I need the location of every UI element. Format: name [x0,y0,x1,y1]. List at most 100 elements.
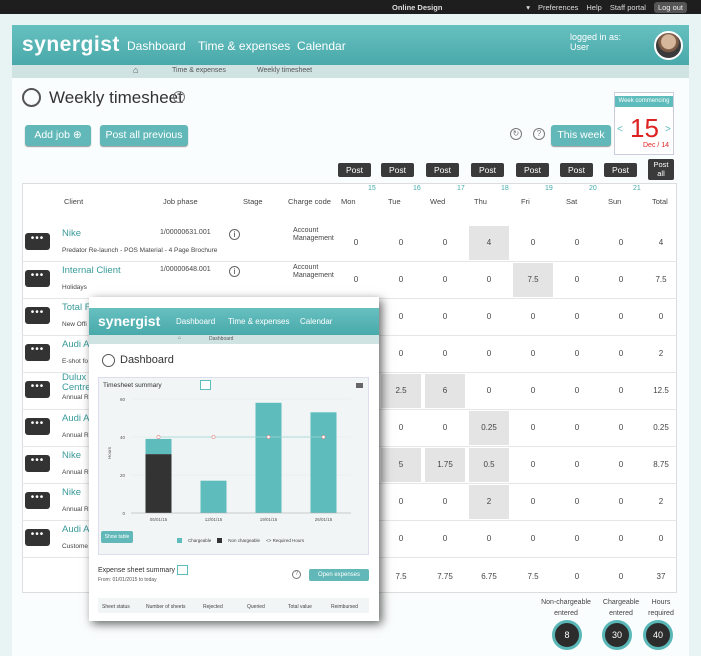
hours-cell[interactable]: 0 [469,263,509,297]
hours-cell[interactable]: 0 [425,337,465,371]
hours-cell[interactable]: 0 [469,374,509,408]
row-actions-button[interactable]: ••• [25,270,50,287]
logout-button[interactable]: Log out [653,2,687,13]
hours-cell[interactable]: 0 [469,337,509,371]
nav-calendar[interactable]: Calendar [297,39,346,53]
post-all-previous-button[interactable]: Post all previous [100,125,188,146]
expense-help-icon[interactable]: ? [292,570,301,579]
hours-cell[interactable]: 5 [381,448,421,482]
hours-cell[interactable]: 0 [513,226,553,260]
client-name-2[interactable]: Centre [62,382,91,393]
help-icon[interactable]: ? [173,91,185,103]
logo[interactable]: synergist [22,33,120,57]
hours-cell[interactable]: 0 [381,522,421,556]
chevron-down-icon[interactable]: ▾ [526,3,530,12]
hours-cell[interactable]: 6 [425,374,465,408]
hours-cell[interactable]: 7.5 [513,263,553,297]
hours-cell[interactable]: 0 [557,448,597,482]
hours-cell[interactable]: 0 [425,263,465,297]
post-button-wed[interactable]: Post [426,163,459,177]
hours-cell[interactable]: 0 [425,485,465,519]
help-icon-2[interactable]: ? [533,128,545,140]
hours-cell[interactable]: 0 [601,448,641,482]
hours-cell[interactable]: 0 [557,411,597,445]
staff-portal-link[interactable]: Staff portal [610,3,646,12]
hours-cell[interactable]: 0 [513,337,553,371]
row-actions-button[interactable]: ••• [25,529,50,546]
client-name[interactable]: Internal Client [62,265,121,276]
overlay-nav-calendar[interactable]: Calendar [300,317,332,326]
post-button-fri[interactable]: Post [516,163,549,177]
row-actions-button[interactable]: ••• [25,381,50,398]
hours-cell[interactable]: 0 [557,522,597,556]
client-name[interactable]: Nike [62,450,81,461]
menu-icon[interactable] [356,383,363,388]
post-button-sat[interactable]: Post [560,163,593,177]
preferences-link[interactable]: Preferences [538,3,578,12]
nav-dashboard[interactable]: Dashboard [127,39,186,53]
hours-cell[interactable]: 0 [601,226,641,260]
post-button-mon[interactable]: Post [338,163,371,177]
hours-cell[interactable]: 0 [469,522,509,556]
client-name[interactable]: Audi A [62,339,89,350]
post-all-button[interactable]: Post all [648,159,674,180]
this-week-button[interactable]: This week [551,125,611,146]
hours-cell[interactable]: 0.25 [469,411,509,445]
hours-cell[interactable]: 0 [469,300,509,334]
next-week-icon[interactable]: > [665,124,671,135]
hours-cell[interactable]: 0 [513,522,553,556]
post-button-sun[interactable]: Post [604,163,637,177]
avatar[interactable] [654,31,683,60]
hours-cell[interactable]: 0 [513,411,553,445]
row-actions-button[interactable]: ••• [25,492,50,509]
hours-cell[interactable]: 0 [601,374,641,408]
hours-cell[interactable]: 0 [601,263,641,297]
client-name[interactable]: Total F [62,302,91,313]
hours-cell[interactable]: 0 [513,448,553,482]
row-actions-button[interactable]: ••• [25,418,50,435]
hours-cell[interactable]: 0 [425,411,465,445]
hours-cell[interactable]: 0 [513,485,553,519]
hours-cell[interactable]: 0 [557,337,597,371]
prev-week-icon[interactable]: < [617,124,623,135]
hours-cell[interactable]: 0 [601,522,641,556]
hours-cell[interactable]: 0 [513,300,553,334]
row-actions-button[interactable]: ••• [25,233,50,250]
nav-time-expenses[interactable]: Time & expenses [198,39,290,53]
hours-cell[interactable]: 2.5 [381,374,421,408]
hours-cell[interactable]: 0 [513,374,553,408]
hours-cell[interactable]: 0 [601,300,641,334]
hours-cell[interactable]: 0 [601,485,641,519]
hours-cell[interactable]: 0 [381,300,421,334]
hours-cell[interactable]: 0 [557,374,597,408]
hours-cell[interactable]: 0 [557,300,597,334]
hours-cell[interactable]: 0 [381,263,421,297]
add-job-button[interactable]: Add job ⊕ [25,125,91,146]
hours-cell[interactable]: 0 [381,226,421,260]
refresh-icon[interactable]: ↻ [510,128,522,140]
hours-cell[interactable]: 0 [601,337,641,371]
hours-cell[interactable]: 0.5 [469,448,509,482]
overlay-nav-dashboard[interactable]: Dashboard [176,317,215,326]
hours-cell[interactable]: 4 [469,226,509,260]
hours-cell[interactable]: 0 [425,300,465,334]
hours-cell[interactable]: 0 [425,522,465,556]
overlay-home-icon[interactable]: ⌂ [178,335,181,341]
client-name[interactable]: Nike [62,487,81,498]
post-button-thu[interactable]: Post [471,163,504,177]
open-expenses-button[interactable]: Open expenses [309,569,369,581]
info-icon[interactable]: i [229,229,240,240]
row-actions-button[interactable]: ••• [25,455,50,472]
hours-cell[interactable]: 0 [425,226,465,260]
hours-cell[interactable]: 0 [557,485,597,519]
overlay-nav-time-expenses[interactable]: Time & expenses [228,317,290,326]
client-name[interactable]: Audi A [62,413,89,424]
overlay-logo[interactable]: synergist [98,313,160,329]
post-button-tue[interactable]: Post [381,163,414,177]
calendar-icon[interactable] [200,380,211,390]
row-actions-button[interactable]: ••• [25,307,50,324]
breadcrumb-weekly[interactable]: Weekly timesheet [257,67,312,74]
row-actions-button[interactable]: ••• [25,344,50,361]
breadcrumb-time-expenses[interactable]: Time & expenses [172,67,226,74]
hours-cell[interactable]: 0 [557,263,597,297]
